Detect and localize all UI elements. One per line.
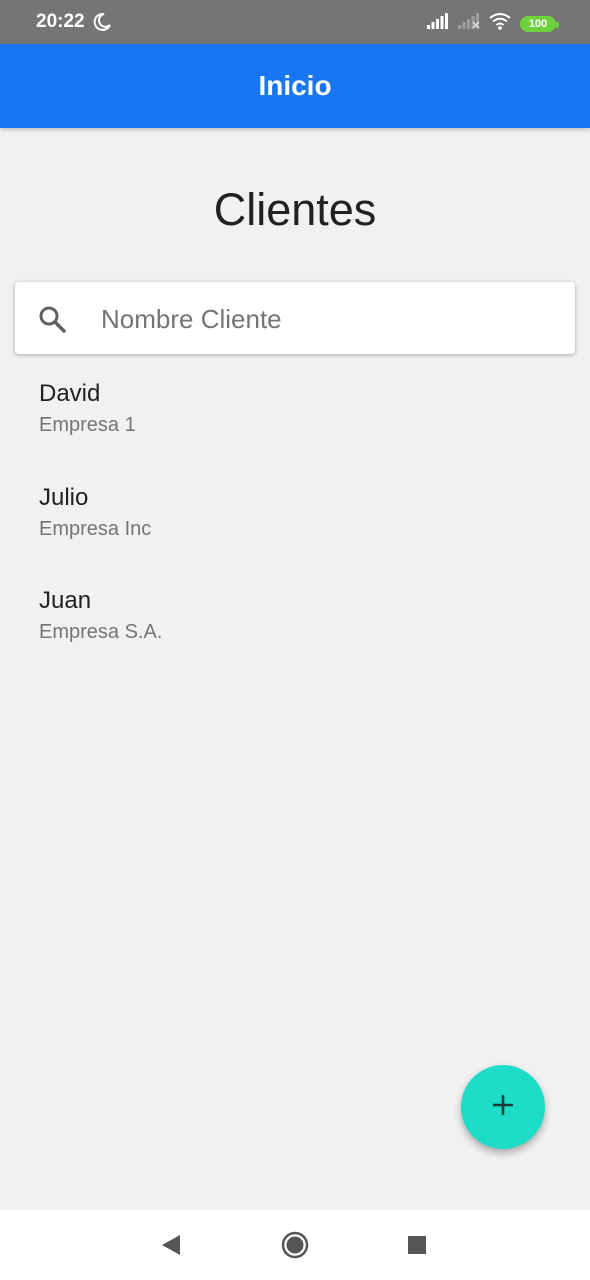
app-title: Inicio bbox=[258, 70, 332, 101]
status-time: 20:22 bbox=[36, 11, 85, 32]
recents-icon[interactable] bbox=[408, 1236, 426, 1254]
plus-icon bbox=[491, 1093, 515, 1122]
search-input[interactable] bbox=[99, 300, 553, 338]
back-icon[interactable] bbox=[160, 1234, 182, 1261]
client-list: David Empresa 1 Julio Empresa Inc Juan E… bbox=[0, 370, 590, 681]
client-company: Empresa S.A. bbox=[39, 621, 163, 643]
client-name: Julio bbox=[39, 483, 89, 511]
add-client-button[interactable] bbox=[461, 1065, 545, 1149]
moon-icon bbox=[92, 12, 112, 37]
search-box[interactable] bbox=[15, 282, 575, 354]
search-icon bbox=[37, 304, 67, 339]
client-company: Empresa 1 bbox=[39, 414, 136, 436]
status-bar: 20:22 100 bbox=[0, 0, 590, 44]
client-name: David bbox=[39, 380, 101, 407]
list-item[interactable]: Juan Empresa S.A. bbox=[0, 577, 590, 681]
page-title: Clientes bbox=[213, 184, 377, 235]
app-bar: Inicio bbox=[0, 44, 590, 128]
list-item[interactable]: Julio Empresa Inc bbox=[0, 474, 590, 578]
wifi-icon bbox=[489, 12, 511, 35]
nav-bar bbox=[0, 1210, 590, 1280]
client-name: Juan bbox=[39, 587, 92, 614]
status-icons: 100 bbox=[427, 12, 559, 35]
home-icon[interactable] bbox=[281, 1231, 309, 1264]
signal-off-icon bbox=[458, 13, 480, 34]
client-company: Empresa Inc bbox=[39, 517, 152, 540]
list-item[interactable]: David Empresa 1 bbox=[0, 370, 590, 474]
signal-icon bbox=[427, 13, 449, 34]
battery-icon: 100 bbox=[520, 15, 559, 32]
